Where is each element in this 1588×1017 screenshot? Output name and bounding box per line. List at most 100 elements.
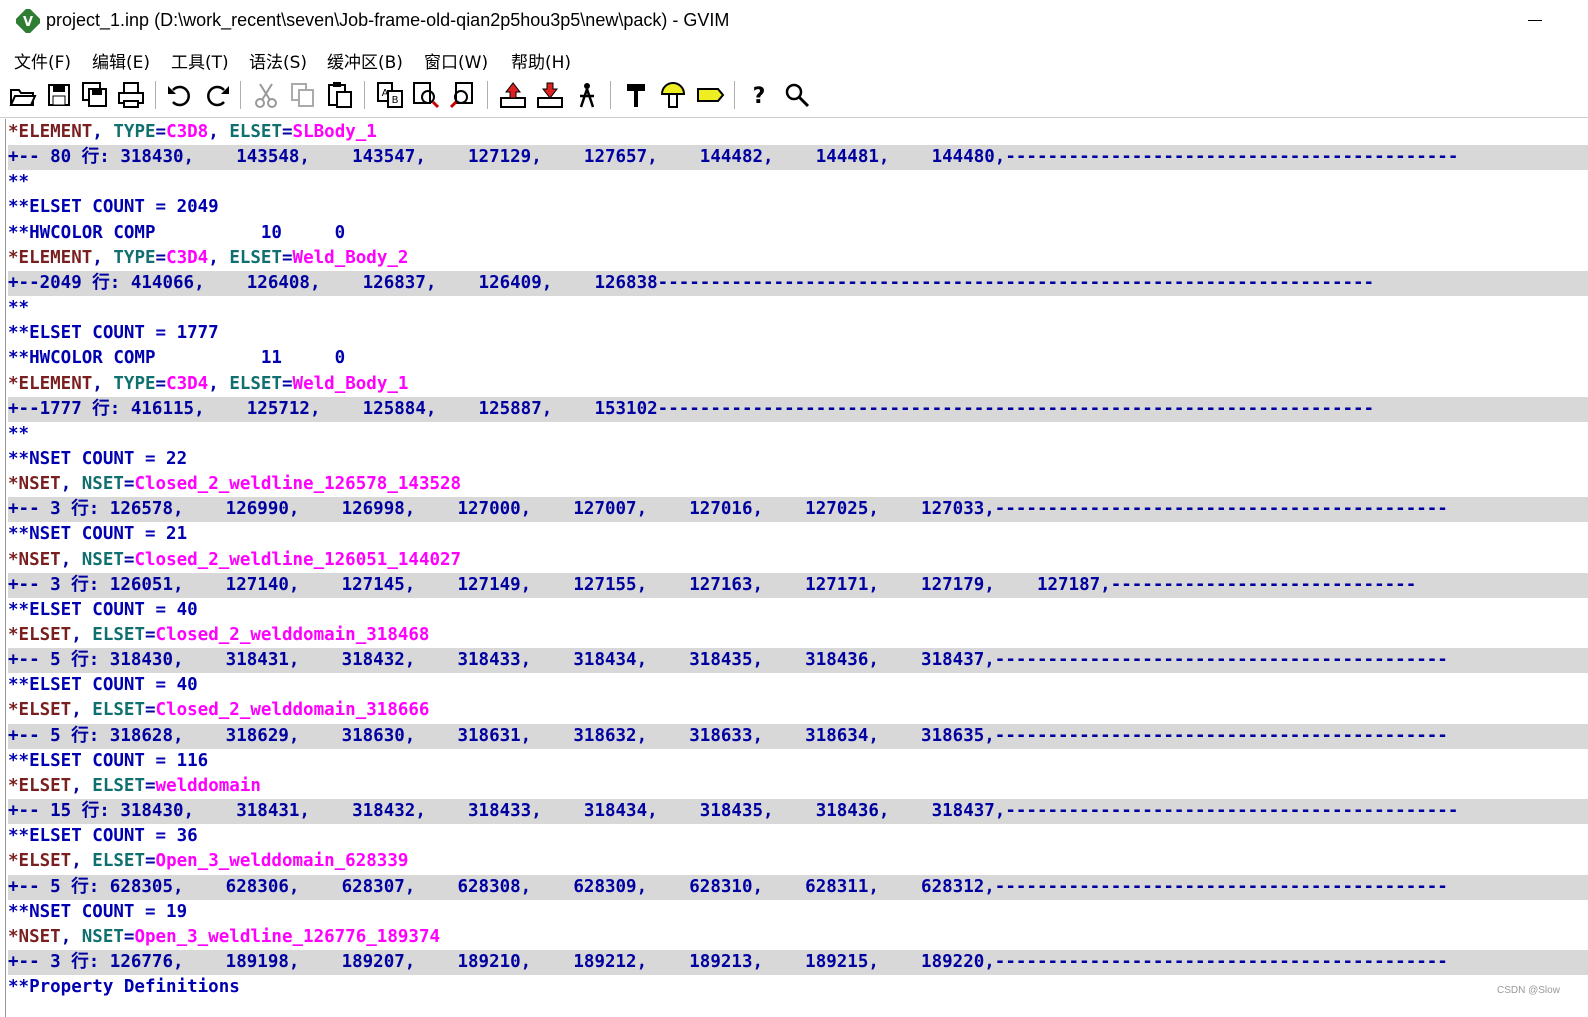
equals: =: [155, 122, 167, 142]
equals: =: [123, 926, 135, 947]
undo-icon[interactable]: [165, 80, 195, 110]
save-all-icon[interactable]: [80, 80, 110, 110]
comment-line[interactable]: **Property Definitions: [8, 975, 1588, 1000]
equals: =: [282, 373, 293, 394]
cut-icon[interactable]: [251, 80, 281, 110]
separator: ,: [71, 700, 93, 721]
menu-file[interactable]: 文件(F): [14, 48, 71, 73]
save-icon[interactable]: [44, 80, 74, 110]
fold-line[interactable]: +-- 3 行: 126578, 126990, 126998, 127000,…: [8, 497, 1588, 523]
param-value: Closed_2_welddomain_318468: [155, 625, 430, 645]
keyword: *ELSET: [8, 775, 72, 796]
fold-line[interactable]: +-- 80 行: 318430, 143548, 143547, 127129…: [8, 145, 1588, 171]
menu-buffers[interactable]: 缓冲区(B): [327, 48, 403, 73]
keyword-line[interactable]: *ELSET, ELSET=Open_3_welddomain_628339: [8, 849, 1588, 874]
run-script-icon[interactable]: [572, 80, 602, 110]
toolbar-separator: [487, 81, 488, 109]
keyword-line[interactable]: *ELEMENT, TYPE=C3D4, ELSET=Weld_Body_2: [8, 246, 1588, 271]
comment-line[interactable]: **NSET COUNT = 21: [8, 522, 1588, 547]
keyword-line[interactable]: *ELSET, ELSET=Closed_2_welddomain_318666: [8, 698, 1588, 723]
comment-line[interactable]: **ELSET COUNT = 2049: [8, 195, 1588, 220]
gvim-icon: V: [13, 6, 43, 36]
toolbar-separator: [364, 81, 365, 109]
fold-line[interactable]: +-- 5 行: 318430, 318431, 318432, 318433,…: [8, 648, 1588, 674]
keyword-line[interactable]: *ELEMENT, TYPE=C3D4, ELSET=Weld_Body_1: [8, 372, 1588, 397]
comment-line[interactable]: **HWCOLOR COMP 10 0: [8, 221, 1588, 246]
minimize-button[interactable]: [1520, 8, 1550, 34]
make-icon[interactable]: [621, 80, 651, 110]
equals: =: [144, 851, 156, 872]
save-session-icon[interactable]: [535, 80, 565, 110]
equals: =: [282, 122, 293, 142]
menu-syntax[interactable]: 语法(S): [249, 48, 307, 73]
keyword: *NSET: [8, 926, 61, 947]
svg-text:B: B: [392, 95, 399, 106]
keyword-line[interactable]: *NSET, NSET=Closed_2_weldline_126051_144…: [8, 548, 1588, 573]
keyword: *ELEMENT: [8, 373, 93, 394]
comment-line[interactable]: **ELSET COUNT = 36: [8, 824, 1588, 849]
param-value: C3D4: [166, 373, 209, 394]
comment-line[interactable]: **: [8, 170, 1588, 195]
keyword-line[interactable]: *NSET, NSET=Closed_2_weldline_126578_143…: [8, 472, 1588, 497]
comment-line[interactable]: **: [8, 422, 1588, 447]
replace-icon[interactable]: AB: [375, 80, 405, 110]
param-key: ELSET: [229, 247, 282, 268]
open-icon[interactable]: [7, 80, 37, 110]
find-next-icon[interactable]: [411, 80, 441, 110]
paste-icon[interactable]: [325, 80, 355, 110]
copy-icon[interactable]: [288, 80, 318, 110]
comment-line[interactable]: **ELSET COUNT = 116: [8, 749, 1588, 774]
find-prev-icon[interactable]: [448, 80, 478, 110]
comment-line[interactable]: **HWCOLOR COMP 11 0: [8, 346, 1588, 371]
comment-line[interactable]: **ELSET COUNT = 40: [8, 673, 1588, 698]
separator: ,: [92, 247, 114, 268]
find-help-icon[interactable]: [782, 80, 812, 110]
comment-line[interactable]: **NSET COUNT = 22: [8, 447, 1588, 472]
equals: =: [144, 775, 156, 796]
separator: ,: [208, 247, 230, 268]
watermark: CSDN @Slow: [1497, 985, 1560, 996]
separator: ,: [60, 474, 82, 495]
fold-line[interactable]: +-- 3 行: 126776, 189198, 189207, 189210,…: [8, 949, 1588, 975]
comment-line[interactable]: **: [8, 296, 1588, 321]
menu-help[interactable]: 帮助(H): [511, 48, 571, 73]
param-key: NSET: [81, 474, 124, 495]
comment-line[interactable]: **ELSET COUNT = 40: [8, 598, 1588, 623]
param-key: TYPE: [113, 122, 156, 142]
editor-area[interactable]: *ELEMENT, TYPE=C3D8, ELSET=SLBody_1 +-- 8…: [0, 119, 1588, 1017]
menu-tools[interactable]: 工具(T): [171, 48, 229, 73]
separator: ,: [92, 373, 114, 394]
shell-icon[interactable]: [658, 80, 688, 110]
print-icon[interactable]: [116, 80, 146, 110]
keyword-line[interactable]: *ELEMENT, TYPE=C3D8, ELSET=SLBody_1: [8, 120, 1588, 145]
fold-line[interactable]: +-- 5 行: 318628, 318629, 318630, 318631,…: [8, 723, 1588, 749]
separator: ,: [60, 549, 82, 570]
window-title: project_1.inp (D:\work_recent\seven\Job-…: [46, 10, 730, 30]
keyword: *NSET: [8, 549, 61, 570]
redo-icon[interactable]: [202, 80, 232, 110]
param-key: ELSET: [229, 122, 282, 142]
separator: ,: [208, 122, 230, 142]
keyword-line[interactable]: *ELSET, ELSET=welddomain: [8, 774, 1588, 799]
param-value: Weld_Body_1: [292, 373, 409, 394]
fold-line[interactable]: +-- 5 行: 628305, 628306, 628307, 628308,…: [8, 874, 1588, 900]
help-icon[interactable]: ?: [744, 80, 774, 110]
fold-line[interactable]: +-- 15 行: 318430, 318431, 318432, 318433…: [8, 799, 1588, 825]
load-session-icon[interactable]: [498, 80, 528, 110]
make-tags-icon[interactable]: [695, 80, 725, 110]
keyword: *ELSET: [8, 625, 72, 645]
menu-edit[interactable]: 编辑(E): [92, 48, 150, 73]
comment-line[interactable]: **ELSET COUNT = 1777: [8, 321, 1588, 346]
separator: ,: [71, 775, 93, 796]
separator: ,: [92, 122, 114, 142]
keyword-line[interactable]: *NSET, NSET=Open_3_weldline_126776_18937…: [8, 925, 1588, 950]
equals: =: [155, 247, 167, 268]
fold-line[interactable]: +-- 3 行: 126051, 127140, 127145, 127149,…: [8, 572, 1588, 598]
keyword-line[interactable]: *ELSET, ELSET=Closed_2_welddomain_318468: [8, 623, 1588, 648]
param-value: Closed_2_welddomain_318666: [155, 700, 430, 721]
fold-line[interactable]: +--1777 行: 416115, 125712, 125884, 12588…: [8, 396, 1588, 422]
equals: =: [144, 625, 156, 645]
fold-line[interactable]: +--2049 行: 414066, 126408, 126837, 12640…: [8, 270, 1588, 296]
comment-line[interactable]: **NSET COUNT = 19: [8, 900, 1588, 925]
menu-window[interactable]: 窗口(W): [424, 48, 488, 73]
